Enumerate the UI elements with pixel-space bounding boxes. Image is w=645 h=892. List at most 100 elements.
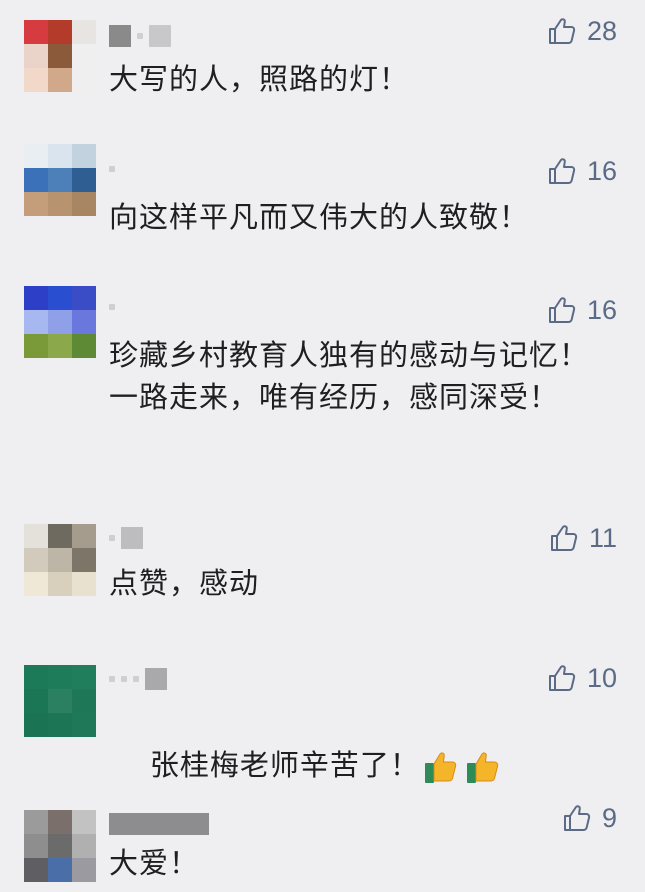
avatar-pixel	[48, 548, 72, 572]
avatar-pixel	[24, 286, 48, 310]
username-pixel	[145, 668, 167, 690]
avatar-pixel	[48, 858, 72, 882]
avatar-pixel	[72, 20, 96, 44]
avatar-pixel	[24, 144, 48, 168]
avatar-pixel	[72, 548, 96, 572]
like-count: 9	[601, 803, 617, 833]
avatar-pixel	[24, 334, 48, 358]
avatar-pixel	[24, 665, 48, 689]
avatar-pixel	[72, 689, 96, 713]
avatar-pixel	[24, 524, 48, 548]
avatar-pixel	[48, 310, 72, 334]
like-count: 10	[586, 663, 617, 693]
username-pixel	[109, 813, 209, 835]
like-button[interactable]: 16	[547, 154, 617, 188]
avatar[interactable]	[24, 810, 96, 882]
avatar-pixel	[72, 192, 96, 216]
avatar-pixel	[24, 310, 48, 334]
username-blurred[interactable]	[109, 813, 209, 835]
avatar-pixel	[24, 810, 48, 834]
username-blurred[interactable]	[109, 25, 171, 47]
avatar-pixel	[48, 810, 72, 834]
comment-text: 珍藏乡村教育人独有的感动与记忆！一路走来，唯有经历，感同深受！	[109, 338, 590, 414]
avatar-pixel	[72, 168, 96, 192]
avatar-pixel	[24, 548, 48, 572]
avatar-pixel	[72, 524, 96, 548]
avatar-pixel	[24, 858, 48, 882]
avatar-pixel	[48, 20, 72, 44]
username-pixel	[133, 676, 139, 682]
avatar-pixel	[72, 144, 96, 168]
username-blurred[interactable]	[109, 527, 143, 549]
username-pixel	[121, 527, 143, 549]
thumbs-up-icon	[548, 665, 576, 691]
avatar-pixel	[24, 168, 48, 192]
thumbs-up-icon	[548, 18, 576, 44]
avatar-pixel	[72, 286, 96, 310]
avatar-pixel	[24, 68, 48, 92]
avatar-pixel	[72, 713, 96, 737]
like-button[interactable]: 16	[547, 293, 617, 327]
comment-text: 张桂梅老师辛苦了！	[109, 702, 619, 829]
username-blurred[interactable]	[109, 668, 167, 690]
avatar-pixel	[48, 689, 72, 713]
avatar-pixel	[72, 572, 96, 596]
avatar-pixel	[48, 168, 72, 192]
avatar-pixel	[24, 834, 48, 858]
avatar-pixel	[24, 689, 48, 713]
like-count: 16	[586, 295, 617, 325]
comment-text: 大写的人，照路的灯！	[109, 62, 410, 96]
avatar-pixel	[72, 334, 96, 358]
avatar-pixel	[72, 665, 96, 689]
comment-text: 向这样平凡而又伟大的人致敬！	[109, 200, 530, 234]
thumbs-up-emoji-icon	[424, 752, 457, 783]
comment-text-content: 张桂梅老师辛苦了！	[149, 748, 420, 782]
username-pixel	[109, 676, 115, 682]
thumbs-up-icon	[550, 525, 578, 551]
like-count: 16	[586, 156, 617, 186]
avatar[interactable]	[24, 286, 96, 358]
like-count: 28	[586, 16, 617, 46]
thumbs-up-icon	[548, 297, 576, 323]
comment-text: 点赞，感动	[109, 566, 260, 600]
avatar-pixel	[48, 572, 72, 596]
thumbs-up-icon	[563, 805, 591, 831]
avatar-pixel	[24, 44, 48, 68]
username-pixel	[121, 676, 127, 682]
avatar-pixel	[72, 810, 96, 834]
thumbs-up-icon	[548, 158, 576, 184]
avatar[interactable]	[24, 665, 96, 737]
thumbs-up-emoji-icon	[466, 752, 499, 783]
avatar-pixel	[48, 834, 72, 858]
username-pixel	[137, 33, 143, 39]
avatar-pixel	[72, 310, 96, 334]
username-pixel	[109, 304, 115, 310]
avatar-pixel	[48, 524, 72, 548]
avatar-pixel	[24, 192, 48, 216]
username-pixel	[149, 25, 171, 47]
like-button[interactable]: 10	[547, 661, 617, 695]
like-button[interactable]: 28	[547, 14, 617, 48]
avatar-pixel	[72, 858, 96, 882]
comment-text: 大爱！	[109, 846, 200, 880]
username-blurred[interactable]	[109, 158, 115, 180]
avatar[interactable]	[24, 144, 96, 216]
avatar[interactable]	[24, 20, 96, 92]
avatar-pixel	[24, 20, 48, 44]
avatar-pixel	[24, 713, 48, 737]
avatar-pixel	[48, 44, 72, 68]
avatar-pixel	[48, 286, 72, 310]
avatar-pixel	[48, 334, 72, 358]
avatar-pixel	[72, 44, 96, 68]
avatar-pixel	[72, 834, 96, 858]
username-blurred[interactable]	[109, 296, 115, 318]
avatar[interactable]	[24, 524, 96, 596]
username-pixel	[109, 25, 131, 47]
avatar-pixel	[72, 68, 96, 92]
avatar-pixel	[48, 665, 72, 689]
avatar-pixel	[24, 572, 48, 596]
avatar-pixel	[48, 68, 72, 92]
like-button[interactable]: 11	[549, 521, 617, 555]
like-button[interactable]: 9	[562, 801, 617, 835]
username-pixel	[109, 535, 115, 541]
